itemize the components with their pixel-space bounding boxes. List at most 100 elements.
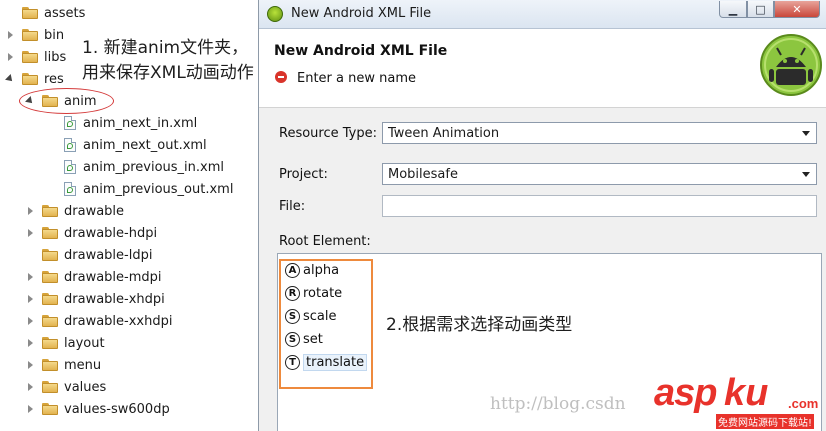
- xml-file-icon: [64, 160, 76, 174]
- close-button[interactable]: ✕: [774, 1, 820, 18]
- folder-icon: [42, 381, 58, 393]
- tree-item-anim-next-in[interactable]: anim_next_in.xml: [64, 112, 197, 134]
- expand-arrow-icon[interactable]: [26, 294, 36, 304]
- tree-item-label: anim_previous_in.xml: [83, 159, 225, 175]
- expand-arrow-icon[interactable]: [26, 382, 36, 392]
- tree-item-label: values-sw600dp: [64, 401, 170, 417]
- project-explorer-tree: assets bin libs res anim anim_next_in.xm…: [0, 0, 258, 431]
- tree-item-drawable-xhdpi[interactable]: drawable-xhdpi: [26, 288, 165, 310]
- file-label: File:: [279, 199, 306, 214]
- tree-item-drawable-mdpi[interactable]: drawable-mdpi: [26, 266, 162, 288]
- tree-item-label: drawable-mdpi: [64, 269, 162, 285]
- tree-item-label: assets: [44, 5, 86, 21]
- tree-item-drawable-xxhdpi[interactable]: drawable-xxhdpi: [26, 310, 172, 332]
- error-icon: [275, 71, 287, 83]
- eclipse-app-icon: [267, 6, 283, 22]
- tree-item-label: drawable-xhdpi: [64, 291, 165, 307]
- folder-icon: [42, 249, 58, 261]
- tree-item-label: res: [44, 71, 64, 87]
- tree-item-label: anim_next_in.xml: [83, 115, 198, 131]
- folder-icon: [42, 337, 58, 349]
- expand-arrow-icon[interactable]: [26, 228, 36, 238]
- collapse-arrow-icon[interactable]: [6, 74, 16, 84]
- blog-watermark: http://blog.csdn: [490, 394, 626, 414]
- file-name-input[interactable]: [382, 195, 817, 217]
- folder-icon: [42, 205, 58, 217]
- tree-item-values[interactable]: values: [26, 376, 106, 398]
- project-select[interactable]: Mobilesafe: [382, 163, 817, 185]
- resource-type-select[interactable]: Tween Animation: [382, 122, 817, 144]
- close-icon: ✕: [792, 2, 802, 16]
- expand-arrow-icon[interactable]: [26, 272, 36, 282]
- tree-item-layout[interactable]: layout: [26, 332, 105, 354]
- project-label: Project:: [279, 167, 328, 182]
- folder-icon: [42, 403, 58, 415]
- project-value: Mobilesafe: [388, 166, 458, 182]
- expand-arrow-icon[interactable]: [26, 206, 36, 216]
- expand-arrow-icon[interactable]: [6, 30, 16, 40]
- tree-item-assets[interactable]: assets: [6, 2, 85, 24]
- tree-item-label: values: [64, 379, 107, 395]
- chevron-down-icon: [802, 172, 810, 177]
- logo-ku-text: ku: [724, 372, 769, 414]
- xml-file-icon: [64, 182, 76, 196]
- root-element-label: Root Element:: [279, 234, 371, 249]
- annotation-note-1: 1. 新建anim文件夹， 用来保存XML动画动作: [82, 36, 254, 86]
- tree-item-anim-next-out[interactable]: anim_next_out.xml: [64, 134, 207, 156]
- tree-item-label: libs: [44, 49, 67, 65]
- tree-item-res[interactable]: res: [6, 68, 64, 90]
- folder-icon: [42, 293, 58, 305]
- tree-item-label: bin: [44, 27, 65, 43]
- annotation-highlight-box: [279, 259, 373, 389]
- resource-type-label: Resource Type:: [279, 126, 377, 141]
- tree-item-bin[interactable]: bin: [6, 24, 64, 46]
- tree-item-label: drawable-xxhdpi: [64, 313, 173, 329]
- tree-item-label: anim_previous_out.xml: [83, 181, 234, 197]
- folder-icon: [22, 7, 38, 19]
- folder-icon: [22, 29, 38, 41]
- resource-type-value: Tween Animation: [388, 125, 500, 141]
- maximize-button[interactable]: □: [747, 1, 774, 18]
- xml-file-icon: [64, 138, 76, 152]
- android-logo-icon: [760, 34, 822, 96]
- wizard-message: Enter a new name: [297, 71, 416, 86]
- folder-icon: [22, 73, 38, 85]
- annotation-note-1-line-2: 用来保存XML动画动作: [82, 63, 254, 83]
- expand-arrow-icon[interactable]: [6, 52, 16, 62]
- tree-item-drawable-hdpi[interactable]: drawable-hdpi: [26, 222, 157, 244]
- minimize-button[interactable]: ▁: [719, 1, 747, 18]
- expand-arrow-icon[interactable]: [26, 360, 36, 370]
- tree-item-label: anim_next_out.xml: [83, 137, 207, 153]
- expand-arrow-icon[interactable]: [26, 316, 36, 326]
- folder-icon: [42, 271, 58, 283]
- tree-item-menu[interactable]: menu: [26, 354, 101, 376]
- tree-item-anim-previous-out[interactable]: anim_previous_out.xml: [64, 178, 233, 200]
- xml-file-icon: [64, 116, 76, 130]
- tree-item-label: drawable: [64, 203, 125, 219]
- tree-item-drawable[interactable]: drawable: [26, 200, 124, 222]
- tree-item-values-sw600dp[interactable]: values-sw600dp: [26, 398, 170, 420]
- expand-arrow-icon[interactable]: [26, 338, 36, 348]
- chevron-down-icon: [802, 131, 810, 136]
- annotation-note-1-line-1: 1. 新建anim文件夹，: [82, 38, 249, 58]
- maximize-icon: □: [755, 2, 766, 16]
- new-android-xml-file-dialog: New Android XML File ▁ □ ✕ New Android X…: [258, 0, 826, 431]
- folder-icon: [22, 51, 38, 63]
- wizard-banner: New Android XML File Enter a new name: [259, 29, 826, 108]
- annotation-note-2: 2.根据需求选择动画类型: [386, 315, 573, 335]
- expand-arrow-icon: [26, 250, 36, 260]
- expand-arrow-icon[interactable]: [6, 8, 16, 18]
- folder-icon: [42, 315, 58, 327]
- tree-item-label: drawable-ldpi: [64, 247, 153, 263]
- minimize-icon: ▁: [728, 2, 738, 16]
- expand-arrow-icon[interactable]: [26, 404, 36, 414]
- title-bar[interactable]: New Android XML File ▁ □ ✕: [259, 0, 826, 29]
- tree-item-drawable-ldpi[interactable]: drawable-ldpi: [26, 244, 152, 266]
- logo-asp-text: asp: [654, 372, 717, 414]
- tree-item-libs[interactable]: libs: [6, 46, 66, 68]
- folder-icon: [42, 359, 58, 371]
- tree-item-label: drawable-hdpi: [64, 225, 158, 241]
- tree-item-anim-previous-in[interactable]: anim_previous_in.xml: [64, 156, 224, 178]
- logo-com-text: .com: [788, 396, 819, 411]
- folder-icon: [42, 227, 58, 239]
